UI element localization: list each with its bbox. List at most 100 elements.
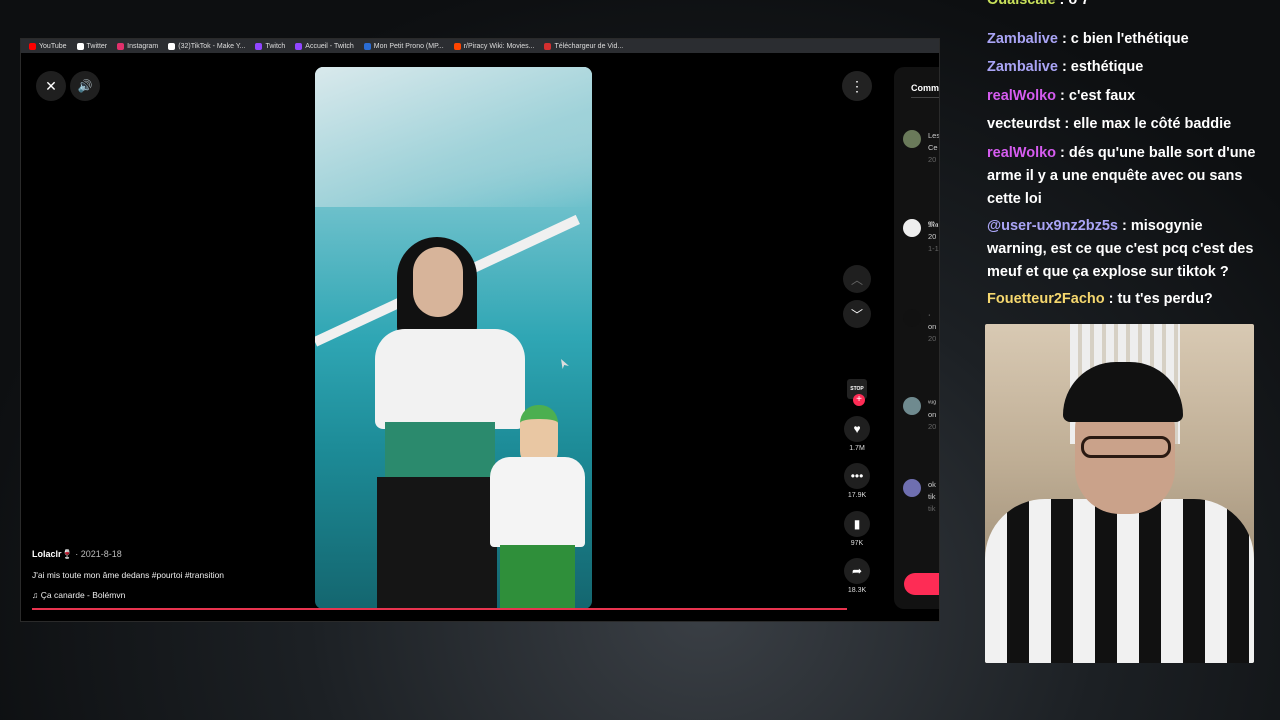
post-comment-button[interactable] xyxy=(904,573,939,595)
webcam-feed xyxy=(985,324,1254,663)
comments-tab[interactable]: Comm xyxy=(911,83,939,93)
comment-avatar xyxy=(903,397,921,415)
downloader-icon xyxy=(544,42,552,50)
comment-date: tik xyxy=(928,504,936,513)
video-player[interactable] xyxy=(315,67,592,609)
video-music[interactable]: ♫ Ça canarde - Bolémvn xyxy=(32,590,312,600)
share-icon: ➦ xyxy=(844,558,870,584)
comment-text: 20 xyxy=(928,232,937,241)
comment-count: 17.9K xyxy=(847,492,867,499)
comment-user: ᵛᵘᵍ xyxy=(928,398,937,407)
bookmark-instagram[interactable]: Instagram xyxy=(117,42,158,50)
bookmark-twitter[interactable]: Twitter xyxy=(76,42,107,50)
creator-avatar[interactable]: STOP + xyxy=(847,379,869,406)
save-action[interactable]: ▮ 97K xyxy=(843,511,871,547)
video-caption: J'ai mis toute mon âme dedans #pourtoi #… xyxy=(32,570,225,580)
comment-text: tik xyxy=(928,492,936,501)
stream-chat: Oualscale : ö 7 Zambalive : c bien l'eth… xyxy=(987,0,1267,320)
bookmark-youtube[interactable]: YouTube xyxy=(29,42,67,50)
chat-text: : tu t'es perdu? xyxy=(1104,291,1213,307)
close-button[interactable]: ✕ xyxy=(36,71,66,101)
comment-icon: ••• xyxy=(844,463,870,489)
bookmark-icon: ▮ xyxy=(844,511,870,537)
comment-avatar xyxy=(903,479,921,497)
youtube-icon xyxy=(29,42,36,50)
reddit-icon xyxy=(453,42,461,50)
video-person-shirt xyxy=(375,329,525,429)
video-ceiling xyxy=(315,67,592,207)
heart-icon: ♥ xyxy=(844,416,870,442)
chat-text: : ö 7 xyxy=(1055,0,1090,8)
chat-message: Fouetteur2Facho : tu t'es perdu? xyxy=(987,288,1265,311)
like-count: 1.7M xyxy=(849,445,865,452)
comment-text: on xyxy=(928,410,937,419)
like-action[interactable]: ♥ 1.7M xyxy=(843,416,871,452)
video-person-belt xyxy=(385,422,495,482)
side-controls: ︿ ﹀ STOP + ♥ 1.7M ••• 17.9K ▮ 97K ➦ 18.3… xyxy=(841,39,873,621)
comment-text: on xyxy=(928,322,937,331)
comment-date: 1-1 xyxy=(928,244,939,253)
mouse-cursor xyxy=(561,359,569,369)
chat-text: : elle max le côté baddie xyxy=(1060,116,1232,132)
comments-divider xyxy=(911,97,939,98)
chat-text: : c'est faux xyxy=(1056,88,1136,104)
video-date: · 2021-8-18 xyxy=(72,549,122,559)
follow-button[interactable]: + xyxy=(853,394,865,406)
chat-text: : esthétique xyxy=(1057,59,1144,75)
comment-user: ok xyxy=(928,480,936,489)
webcam-glasses xyxy=(1081,436,1171,458)
comment-date: 20 xyxy=(928,334,937,343)
share-count: 18.3K xyxy=(847,587,867,594)
chat-text: : c bien l'ethétique xyxy=(1057,31,1189,47)
video-info: Lolaclr🍷 · 2021-8-18 J'ai mis toute mon … xyxy=(32,549,312,600)
chat-message: Zambalive : esthétique xyxy=(987,56,1265,79)
comment-avatar xyxy=(903,219,921,237)
save-count: 97K xyxy=(850,540,864,547)
chat-username[interactable]: realWolko xyxy=(987,88,1056,104)
comment-text: Ce xyxy=(928,143,938,152)
chat-username[interactable]: @user-ux9nz2bz5s xyxy=(987,218,1118,234)
chat-username[interactable]: Oualscale xyxy=(987,0,1056,8)
chat-message: vecteurdst : elle max le côté baddie xyxy=(987,113,1265,136)
next-video-button[interactable]: ﹀ xyxy=(843,300,871,328)
previous-video-button[interactable]: ︿ xyxy=(843,265,871,293)
author-name[interactable]: Lolaclr🍷 xyxy=(32,549,73,559)
twitch-icon xyxy=(295,42,303,50)
video-author[interactable]: Lolaclr🍷 · 2021-8-18 xyxy=(32,549,312,560)
chat-message: Oualscale : ö 7 xyxy=(987,0,1265,12)
bookmark-downloader[interactable]: Téléchargeur de Vid... xyxy=(544,42,623,50)
twitch-icon xyxy=(255,42,263,50)
twitter-icon xyxy=(76,42,84,50)
chat-username[interactable]: realWolko xyxy=(987,145,1056,161)
comment-avatar xyxy=(903,130,921,148)
video-progress-bar[interactable] xyxy=(32,608,847,610)
instagram-icon xyxy=(117,42,125,50)
bookmark-reddit[interactable]: r/Piracy Wiki: Movies... xyxy=(453,42,534,50)
share-action[interactable]: ➦ 18.3K xyxy=(843,558,871,594)
comment-date: 20 xyxy=(928,422,937,431)
chat-message: realWolko : dés qu'une balle sort d'une … xyxy=(987,142,1265,211)
video-person-pants xyxy=(377,477,497,609)
browser-window: YouTube Twitter Instagram (32)TikTok - M… xyxy=(20,38,940,622)
comment-user: 𝕸𝖆 xyxy=(928,220,939,229)
chat-username[interactable]: Zambalive xyxy=(987,31,1058,47)
volume-button[interactable]: 🔊 xyxy=(70,71,100,101)
close-icon: ✕ xyxy=(45,77,57,94)
bookmark-mpp[interactable]: Mon Petit Prono (MP... xyxy=(363,42,444,50)
comment-action[interactable]: ••• 17.9K xyxy=(843,463,871,499)
mpp-icon xyxy=(363,42,371,50)
chat-username[interactable]: Fouetteur2Facho xyxy=(987,291,1105,307)
webcam-striped-jersey xyxy=(985,499,1254,663)
chat-message: Zambalive : c bien l'ethétique xyxy=(987,28,1265,51)
video-character-pants xyxy=(500,545,575,609)
comments-panel: Comm Les Ce 20 𝕸𝖆 20 1-1 · on 20 ᵛᵘᵍ on 20 ok tik… xyxy=(894,67,939,609)
video-person-face xyxy=(413,247,463,317)
bookmark-tiktok[interactable]: (32)TikTok - Make Y... xyxy=(168,42,245,50)
chevron-down-icon: ﹀ xyxy=(850,307,863,322)
chat-username[interactable]: vecteurdst xyxy=(987,116,1060,132)
comment-user: · xyxy=(928,310,931,319)
chat-username[interactable]: Zambalive xyxy=(987,59,1058,75)
bookmark-twitch-home[interactable]: Accueil - Twitch xyxy=(295,42,354,50)
bookmark-twitch[interactable]: Twitch xyxy=(255,42,285,50)
chevron-up-icon: ︿ xyxy=(850,272,863,287)
